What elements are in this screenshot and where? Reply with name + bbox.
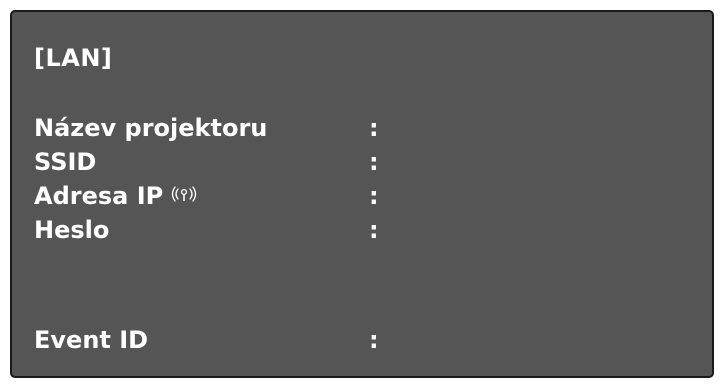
info-row-ssid: SSID : — [34, 148, 694, 176]
row-separator: : — [369, 326, 379, 354]
network-info-screen: [LAN] Název projektoru : SSID : Adresa I… — [10, 10, 714, 378]
info-row-password: Heslo : — [34, 216, 694, 244]
row-separator: : — [369, 148, 379, 176]
row-label: Název projektoru — [34, 114, 268, 142]
row-label-group: Adresa IP — [34, 182, 199, 210]
row-label: Adresa IP — [34, 182, 164, 210]
info-row-projector-name: Název projektoru : — [34, 114, 694, 142]
row-label: Heslo — [34, 216, 110, 244]
row-label: SSID — [34, 148, 97, 176]
info-row-event-id: Event ID : — [34, 326, 694, 354]
row-separator: : — [369, 182, 379, 210]
row-label: Event ID — [34, 326, 149, 354]
info-row-ip-address: Adresa IP : — [34, 182, 694, 210]
row-separator: : — [369, 114, 379, 142]
row-separator: : — [369, 216, 379, 244]
screen-title: [LAN] — [34, 44, 113, 72]
wireless-signal-icon — [169, 180, 199, 208]
